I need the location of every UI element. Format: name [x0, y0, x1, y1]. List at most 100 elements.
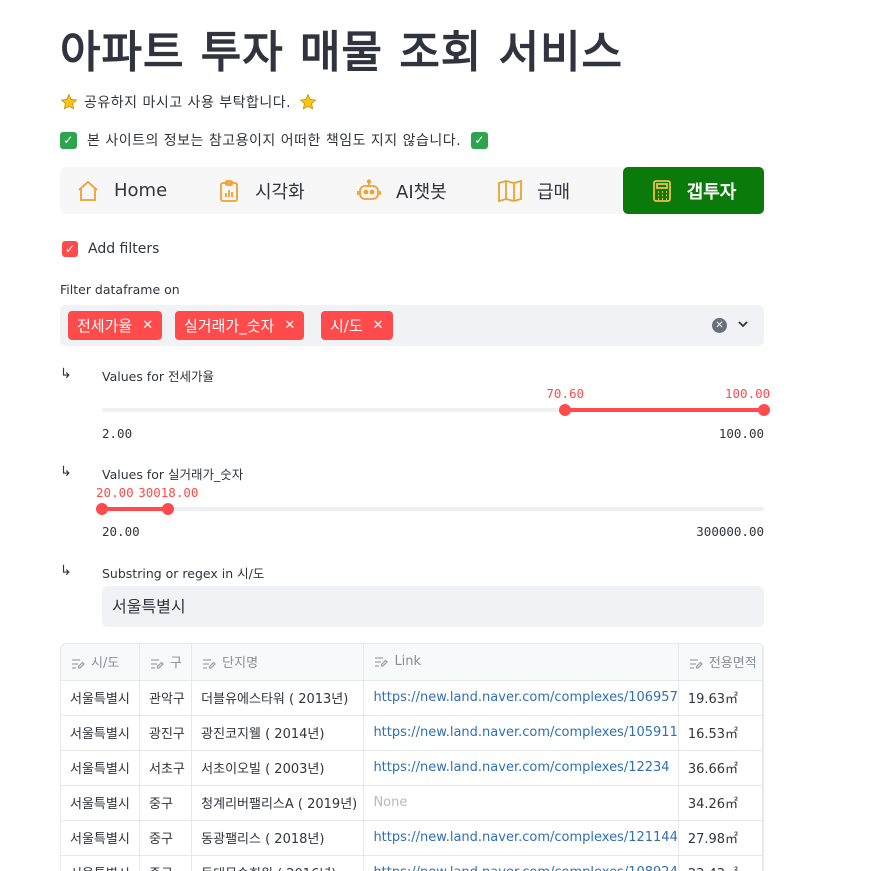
- chevron-down-icon[interactable]: [736, 317, 750, 331]
- filter-tag-label: 전세가율: [77, 317, 133, 335]
- cell-sido: 서울특별시: [61, 855, 140, 871]
- col-header-label: 시/도: [91, 656, 120, 672]
- slider2-min: 20.00: [102, 524, 140, 539]
- col-header-label: 전용면적: [708, 656, 757, 672]
- calculator-icon: [652, 179, 671, 202]
- table-row[interactable]: 서울특별시 서초구 서초이오빌 ( 2003년) https://new.land.n…: [61, 750, 763, 786]
- cell-area: 36.66㎡: [678, 750, 763, 786]
- cell-sido: 서울특별시: [61, 785, 140, 821]
- cell-link[interactable]: https://new.land.naver.com/complexes/122…: [363, 750, 679, 786]
- slider1-max: 100.00: [718, 426, 764, 441]
- slider2-low-thumb[interactable]: [96, 503, 108, 515]
- col-header-link[interactable]: Link: [363, 644, 679, 681]
- slider1-high-value: 100.00: [725, 386, 771, 401]
- cell-gu: 관악구: [139, 680, 193, 716]
- remove-tag-icon[interactable]: ✕: [284, 318, 295, 333]
- filter-tag[interactable]: 전세가율 ✕: [68, 311, 163, 340]
- table-row[interactable]: 서울특별시 중구 동광팰리스 ( 2018년) https://new.land.na…: [61, 820, 763, 856]
- star-icon: [299, 93, 317, 110]
- col-header-sido[interactable]: 시/도: [61, 644, 140, 681]
- edit-column-icon: [151, 659, 164, 669]
- notice-text-1: 공유하지 마시고 사용 부탁합니다.: [84, 95, 292, 111]
- star-icon: [60, 93, 78, 110]
- cell-complex: 서초이오빌 ( 2003년): [191, 750, 365, 786]
- cell-sido: 서울특별시: [61, 680, 140, 716]
- filter-label: Filter dataframe on: [60, 282, 180, 297]
- cell-complex: 더블유에스타워 ( 2013년): [191, 680, 365, 716]
- cell-link[interactable]: https://new.land.naver.com/complexes/121…: [363, 820, 679, 856]
- edit-column-icon: [375, 657, 389, 667]
- edit-column-icon: [203, 659, 217, 669]
- slider1-low-thumb[interactable]: [559, 404, 572, 416]
- nav-item-visualization[interactable]: 시각화: [217, 167, 305, 214]
- nav-label: 급매: [537, 181, 571, 203]
- nav-item-ai-chatbot[interactable]: AI챗봇: [356, 167, 447, 214]
- nav-menu: Home 시각화 AI챗봇 급매 갭투자: [60, 167, 764, 214]
- clipboard-chart-icon: [220, 179, 238, 202]
- cell-gu: 서초구: [139, 750, 193, 786]
- remove-tag-icon[interactable]: ✕: [142, 318, 153, 333]
- cell-link[interactable]: https://new.land.naver.com/complexes/108…: [363, 855, 679, 871]
- col-header-label: Link: [394, 654, 422, 670]
- nested-arrow-icon: ↳: [60, 563, 72, 579]
- slider1-high-thumb[interactable]: [758, 404, 770, 416]
- table-header-row: 시/도 구 단지명 Link 전용면적: [61, 644, 763, 681]
- notice-text-2: 본 사이트의 정보는 참고용이지 어떠한 책임도 지지 않습니다.: [87, 133, 462, 149]
- filter-multiselect[interactable]: 전세가율 ✕ 실거래가_숫자 ✕ 시/도 ✕ ✕: [60, 305, 764, 346]
- col-header-label: 구: [170, 656, 182, 672]
- cell-sido: 서울특별시: [61, 715, 140, 751]
- col-header-gu[interactable]: 구: [139, 644, 193, 681]
- table-row[interactable]: 서울특별시 관악구 더블유에스타워 ( 2013년) https://new.land…: [61, 680, 763, 716]
- slider1-label: Values for 전세가율: [102, 369, 214, 384]
- col-header-label: 단지명: [222, 656, 259, 672]
- nav-label: AI챗봇: [396, 181, 447, 203]
- table-row[interactable]: 서울특별시 중구 청계리버팰리스A ( 2019년) None 34.26㎡: [61, 785, 763, 821]
- cell-link: None: [363, 785, 679, 821]
- nav-label: Home: [114, 180, 168, 201]
- slider2-label: Values for 실거래가_숫자: [102, 467, 244, 482]
- filter-tag-label: 실거래가_숫자: [184, 317, 275, 335]
- nav-item-urgent-sale[interactable]: 급매: [497, 167, 570, 214]
- regex-input[interactable]: 서울특별시: [102, 586, 764, 627]
- table-row[interactable]: 서울특별시중구동대문숙희원 ( 2016년)https://new.land.n…: [61, 855, 763, 871]
- clear-all-icon[interactable]: ✕: [712, 318, 727, 333]
- remove-tag-icon[interactable]: ✕: [373, 318, 384, 333]
- data-table[interactable]: 시/도 구 단지명 Link 전용면적 서울특별시 관악구 더블유에스타워 ( 2013년)…: [60, 643, 764, 871]
- slider2-high-thumb[interactable]: [162, 503, 175, 515]
- nav-item-gap-investment[interactable]: 갭투자: [623, 167, 764, 214]
- cell-link[interactable]: https://new.land.naver.com/complexes/106…: [363, 680, 679, 716]
- cell-gu: 광진구: [139, 715, 193, 751]
- cell-sido: 서울특별시: [61, 750, 140, 786]
- page-title: 아파트 투자 매물 조회 서비스: [60, 27, 624, 78]
- filter-tag-label: 시/도: [330, 317, 363, 335]
- cell-area: 23.43㎡: [678, 855, 763, 871]
- regex-label: Substring or regex in 시/도: [102, 566, 265, 581]
- add-filters-checkbox[interactable]: ✓ Add filters: [62, 241, 159, 257]
- col-header-complex[interactable]: 단지명: [191, 644, 365, 681]
- robot-icon: [357, 178, 381, 200]
- filter-tag[interactable]: 시/도 ✕: [321, 311, 393, 340]
- slider1-min: 2.00: [102, 426, 133, 441]
- cell-area: 19.63㎡: [678, 680, 763, 716]
- add-filters-label: Add filters: [88, 241, 160, 257]
- cell-gu: 중구: [139, 820, 193, 856]
- cell-gu: 중구: [139, 785, 193, 821]
- table-row[interactable]: 서울특별시 광진구 광진코지웰 ( 2014년) https://new.land.n…: [61, 715, 763, 751]
- nav-item-home[interactable]: Home: [76, 167, 167, 214]
- cell-complex: 동광팰리스 ( 2018년): [191, 820, 365, 856]
- cell-complex: 청계리버팰리스A ( 2019년): [191, 785, 365, 821]
- cell-area: 27.98㎡: [678, 820, 763, 856]
- cell-link[interactable]: https://new.land.naver.com/complexes/105…: [363, 715, 679, 751]
- filter-tag[interactable]: 실거래가_숫자 ✕: [175, 311, 305, 340]
- cell-area: 16.53㎡: [678, 715, 763, 751]
- notice-line-2: ✓ 본 사이트의 정보는 참고용이지 어떠한 책임도 지지 않습니다. ✓: [60, 130, 489, 150]
- table-body: 서울특별시 관악구 더블유에스타워 ( 2013년) https://new.land…: [61, 680, 763, 871]
- slider2-low-value: 20.00: [96, 485, 134, 500]
- nav-label: 시각화: [255, 181, 305, 203]
- slider1-low-value: 70.60: [546, 386, 585, 401]
- cell-complex: 광진코지웰 ( 2014년): [191, 715, 365, 751]
- check-mark-icon: ✓: [60, 131, 77, 149]
- checkbox-checked-icon[interactable]: ✓: [62, 241, 78, 257]
- slider2-track[interactable]: [102, 507, 764, 511]
- col-header-area[interactable]: 전용면적: [678, 644, 763, 681]
